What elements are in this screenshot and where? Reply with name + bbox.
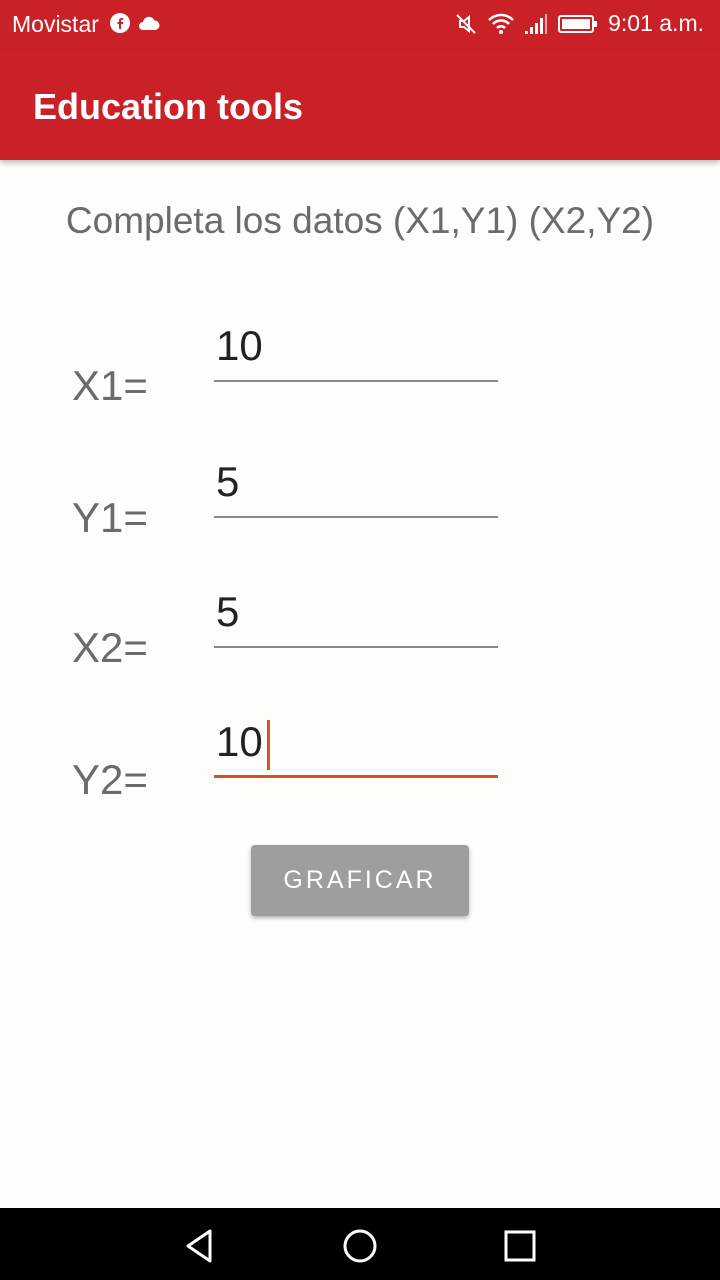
navigation-bar bbox=[0, 1208, 720, 1280]
clock: 9:01 a.m. bbox=[608, 10, 704, 36]
label-x1: X1= bbox=[72, 362, 148, 409]
y1-field[interactable] bbox=[214, 458, 500, 518]
x1-underline bbox=[214, 380, 498, 382]
text-cursor bbox=[267, 720, 270, 770]
label-y1: Y1= bbox=[72, 494, 148, 541]
graficar-button[interactable]: GRAFICAR bbox=[251, 845, 469, 916]
y1-input[interactable] bbox=[214, 458, 500, 506]
x2-input[interactable] bbox=[214, 588, 500, 636]
y2-input[interactable] bbox=[214, 718, 500, 766]
recents-icon[interactable] bbox=[500, 1226, 540, 1266]
y2-field[interactable] bbox=[214, 718, 500, 778]
status-bar: Movistar 9:01 a.m. bbox=[0, 0, 720, 50]
carrier-name: Movistar bbox=[12, 11, 99, 37]
cloud-icon bbox=[139, 16, 160, 30]
x1-field[interactable] bbox=[214, 322, 500, 382]
facebook-icon bbox=[110, 13, 130, 33]
x2-field[interactable] bbox=[214, 588, 500, 648]
mute-icon bbox=[456, 13, 476, 34]
x2-underline bbox=[214, 646, 498, 648]
instruction-text: Completa los datos (X1,Y1) (X2,Y2) bbox=[65, 200, 655, 241]
app-bar: Education tools bbox=[0, 50, 720, 160]
label-x2: X2= bbox=[72, 624, 148, 671]
app-title: Education tools bbox=[33, 86, 303, 127]
y2-underline bbox=[214, 775, 498, 778]
wifi-icon bbox=[488, 13, 514, 34]
y1-underline bbox=[214, 516, 498, 518]
battery-icon bbox=[558, 14, 598, 33]
home-icon[interactable] bbox=[340, 1226, 380, 1266]
back-icon[interactable] bbox=[180, 1226, 220, 1266]
signal-icon bbox=[525, 13, 548, 34]
label-y2: Y2= bbox=[72, 756, 148, 803]
x1-input[interactable] bbox=[214, 322, 500, 370]
